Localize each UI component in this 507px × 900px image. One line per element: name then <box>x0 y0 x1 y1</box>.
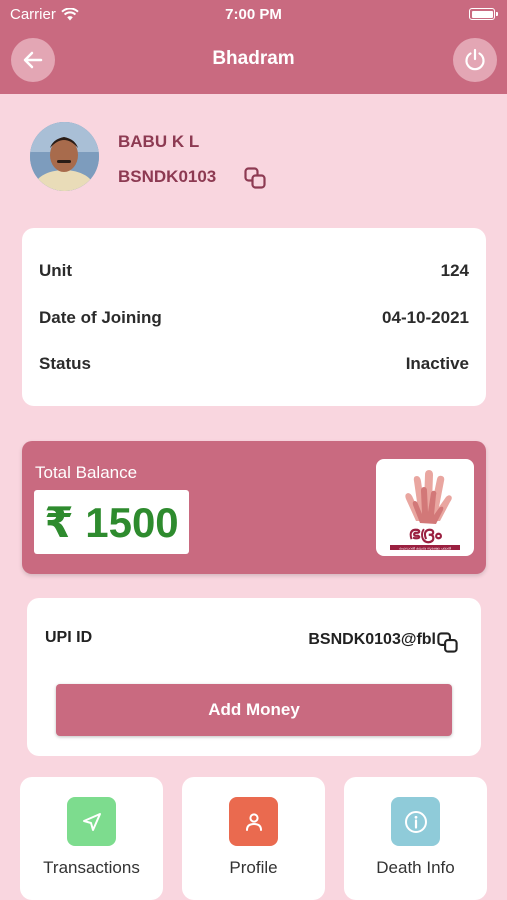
info-row-unit: Unit 124 <box>39 261 469 283</box>
status-bar: Carrier 7:00 PM <box>0 0 507 28</box>
balance-amount: ₹ 1500 <box>34 490 189 554</box>
tile-icon-bg <box>391 797 440 846</box>
tile-death-info[interactable]: Death Info <box>344 777 487 900</box>
info-row-date-of-joining: Date of Joining 04-10-2021 <box>39 308 469 330</box>
avatar <box>30 122 99 191</box>
copy-upi-id-button[interactable] <box>434 629 460 655</box>
info-label: Status <box>39 354 91 373</box>
copy-member-id-button[interactable] <box>242 165 268 191</box>
info-value: 04-10-2021 <box>382 308 469 327</box>
member-name: BABU K L <box>118 132 200 151</box>
tile-label: Death Info <box>376 858 455 877</box>
tile-icon-bg <box>67 797 116 846</box>
tile-transactions[interactable]: Transactions <box>20 777 163 900</box>
tile-label: Transactions <box>43 858 140 877</box>
info-icon <box>404 810 427 833</box>
info-row-status: Status Inactive <box>39 354 469 376</box>
logout-button[interactable] <box>453 38 497 82</box>
profile-photo <box>30 122 99 191</box>
clock: 7:00 PM <box>225 6 282 23</box>
logo-tagline: ഫെഡറൽ കുടുംബ സുരക്ഷാ പദ്ധതി <box>399 547 451 551</box>
info-value: Inactive <box>405 354 469 373</box>
bhadram-logo: ഭദ്രം ഫെഡറൽ കുടുംബ സുരക്ഷാ പദ്ധതി <box>376 459 474 556</box>
person-icon <box>245 812 262 831</box>
balance-label: Total Balance <box>35 463 138 482</box>
member-info-card: Unit 124 Date of Joining 04-10-2021 Stat… <box>22 228 486 406</box>
info-label: Unit <box>39 261 73 280</box>
balance-card: Total Balance ₹ 1500 ഭദ്രം ഫെഡറൽ കുടുംബ … <box>22 441 486 574</box>
upi-card: UPI ID BSNDK0103@fbl Add Money <box>27 598 481 756</box>
hands-logo-icon: ഭദ്രം ഫെഡറൽ കുടുംബ സുരക്ഷാ പദ്ധതി <box>390 470 460 551</box>
copy-icon <box>436 631 458 653</box>
page-title: Bhadram <box>212 48 295 69</box>
info-value: 124 <box>440 261 469 280</box>
tile-icon-bg <box>229 797 278 846</box>
battery-icon <box>469 8 498 20</box>
navigation-arrow-icon <box>82 812 101 831</box>
nav-bar: Bhadram <box>0 28 507 94</box>
upi-label: UPI ID <box>45 629 93 646</box>
power-icon <box>465 48 485 71</box>
logo-text: ഭദ്രം <box>408 523 442 544</box>
upi-id-value: BSNDK0103@fbl <box>308 631 436 648</box>
tile-profile[interactable]: Profile <box>182 777 325 900</box>
tile-label: Profile <box>229 858 278 877</box>
add-money-button[interactable]: Add Money <box>56 684 452 736</box>
copy-icon <box>244 167 266 189</box>
info-label: Date of Joining <box>39 308 162 327</box>
member-id: BSNDK0103 <box>118 167 217 186</box>
